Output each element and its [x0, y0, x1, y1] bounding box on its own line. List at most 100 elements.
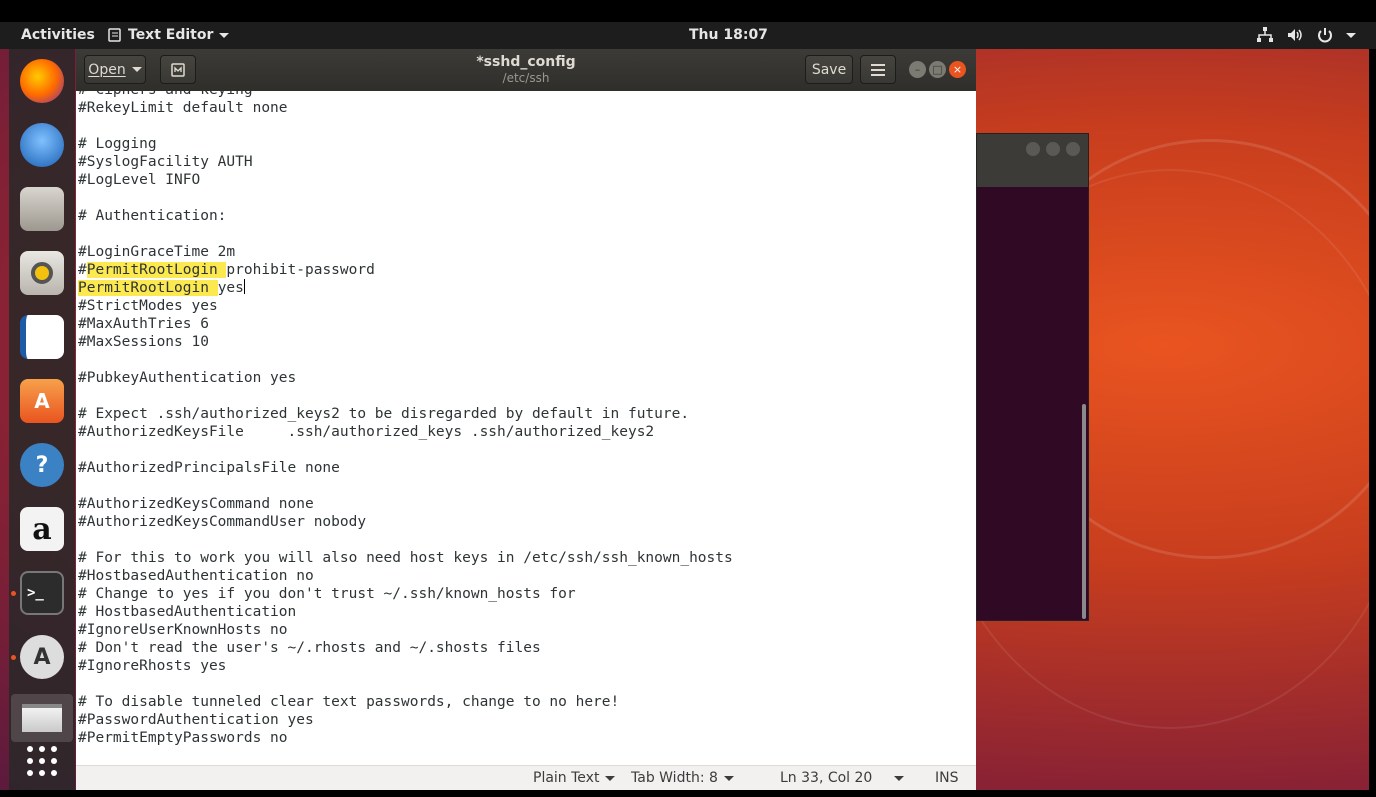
status-bar: Plain Text Tab Width: 8 Ln 33, Col 20 IN… [76, 765, 976, 790]
text-line: PermitRootLogin yes [78, 279, 245, 296]
text-line: #HostbasedAuthentication no [78, 568, 314, 584]
running-indicator [11, 591, 16, 596]
close-icon[interactable] [1066, 142, 1080, 156]
text-line: # Change to yes if you don't trust ~/.ss… [78, 586, 576, 602]
tab-width-selector[interactable]: Tab Width: 8 [631, 770, 734, 786]
save-button[interactable]: Save [805, 55, 853, 84]
text-line [78, 675, 733, 693]
text-line: #AuthorizedPrincipalsFile none [78, 460, 340, 476]
text-line: # To disable tunneled clear text passwor… [78, 694, 620, 710]
text-view[interactable]: # Ciphers and keying#RekeyLimit default … [76, 91, 976, 765]
chevron-down-icon [605, 775, 616, 781]
terminal-scrollbar[interactable] [1082, 404, 1086, 619]
text-line: #MaxSessions 10 [78, 334, 209, 350]
new-document-icon [171, 62, 185, 77]
language-label: Plain Text [533, 770, 600, 786]
document-title: *sshd_config [476, 54, 576, 70]
document-path: /etc/ssh [502, 71, 550, 85]
text-line: # HostbasedAuthentication [78, 604, 297, 620]
headerbar[interactable]: Open *sshd_config /etc/ssh Save – □ × [76, 49, 976, 91]
chevron-down-icon [131, 67, 142, 72]
libreoffice-writer-icon[interactable] [20, 315, 64, 359]
power-icon[interactable] [1316, 26, 1334, 44]
cursor-position-selector[interactable]: Ln 33, Col 20 [780, 770, 905, 786]
window-title-area: *sshd_config /etc/ssh [416, 54, 636, 85]
text-line: #AuthorizedKeysFile .ssh/authorized_keys… [78, 424, 655, 440]
network-icon[interactable] [1256, 26, 1274, 44]
activities-button[interactable]: Activities [21, 27, 95, 43]
text-line: #StrictModes yes [78, 298, 218, 314]
tab-width-label: Tab Width: 8 [631, 770, 718, 786]
text-editor-window: Open *sshd_config /etc/ssh Save – □ × # … [76, 49, 976, 790]
open-label: Open [88, 61, 126, 78]
clock[interactable]: Thu 18:07 [689, 27, 768, 43]
text-line: # Ciphers and keying [78, 91, 733, 99]
grid-icon [27, 746, 57, 776]
amazon-glyph: a [32, 511, 52, 547]
cursor-position: Ln 33, Col 20 [780, 770, 873, 786]
text-line: #IgnoreRhosts yes [78, 658, 227, 674]
dock: A ? a >_ A [9, 49, 75, 790]
text-line: #PubkeyAuthentication yes [78, 370, 297, 386]
amazon-icon[interactable]: a [20, 507, 64, 551]
text-line: # For this to work you will also need ho… [78, 550, 733, 566]
open-button[interactable]: Open [84, 55, 146, 84]
files-icon[interactable] [20, 187, 64, 231]
text-line: # Logging [78, 136, 157, 152]
text-line: #LoginGraceTime 2m [78, 244, 236, 260]
maximize-icon[interactable]: □ [929, 61, 946, 78]
chevron-down-icon [723, 775, 734, 781]
hamburger-menu-button[interactable] [860, 55, 896, 84]
text-line: # Expect .ssh/authorized_keys2 to be dis… [78, 406, 690, 422]
minimize-icon[interactable]: – [909, 61, 926, 78]
hamburger-icon [871, 63, 885, 76]
terminal-icon[interactable]: >_ [20, 571, 64, 615]
help-icon[interactable]: ? [20, 443, 64, 487]
language-selector[interactable]: Plain Text [533, 770, 616, 786]
text-line: # Authentication: [78, 208, 227, 224]
text-line [78, 477, 733, 495]
text-editor-icon[interactable] [11, 694, 73, 742]
help-glyph: ? [35, 452, 49, 478]
save-label: Save [811, 61, 847, 78]
text-line: #PermitRootLogin prohibit-password [78, 262, 375, 278]
new-document-button[interactable] [160, 55, 196, 84]
text-line: #MaxAuthTries 6 [78, 316, 209, 332]
close-icon[interactable]: × [949, 61, 966, 78]
search-highlight: PermitRootLogin [78, 280, 218, 296]
chevron-down-icon [219, 32, 230, 38]
insert-mode: INS [935, 770, 959, 786]
text-cursor [243, 279, 245, 294]
text-line: #SyslogFacility AUTH [78, 154, 253, 170]
running-indicator [11, 655, 16, 660]
top-bar: Activities Text Editor Thu 18:07 [0, 22, 1376, 49]
terminal-window[interactable] [976, 133, 1089, 621]
thunderbird-icon[interactable] [20, 123, 64, 167]
app-menu-label: Text Editor [128, 27, 214, 43]
system-tray[interactable] [1256, 26, 1356, 44]
software-updater-icon[interactable]: A [20, 635, 64, 679]
maximize-icon[interactable] [1046, 142, 1060, 156]
chevron-down-icon [894, 775, 905, 781]
minimize-icon[interactable] [1026, 142, 1040, 156]
firefox-icon[interactable] [20, 59, 64, 103]
text-line: #PermitEmptyPasswords no [78, 730, 288, 746]
text-line [78, 387, 733, 405]
software-center-icon[interactable]: A [20, 379, 64, 423]
search-highlight: PermitRootLogin [86, 262, 227, 278]
text-line [78, 441, 733, 459]
volume-icon[interactable] [1286, 26, 1304, 44]
text-line [78, 531, 733, 549]
text-line [78, 225, 733, 243]
text-editor-icon [108, 28, 121, 42]
app-menu[interactable]: Text Editor [108, 27, 230, 43]
text-line: #AuthorizedKeysCommandUser nobody [78, 514, 367, 530]
insert-mode-label: INS [935, 770, 959, 786]
terminal-titlebar[interactable] [977, 134, 1088, 187]
rhythmbox-icon[interactable] [20, 251, 64, 295]
text-line: #PasswordAuthentication yes [78, 712, 314, 728]
text-line: #LogLevel INFO [78, 172, 201, 188]
terminal-glyph: >_ [27, 585, 44, 601]
chevron-down-icon[interactable] [1346, 32, 1356, 38]
show-applications-icon[interactable] [20, 739, 64, 783]
